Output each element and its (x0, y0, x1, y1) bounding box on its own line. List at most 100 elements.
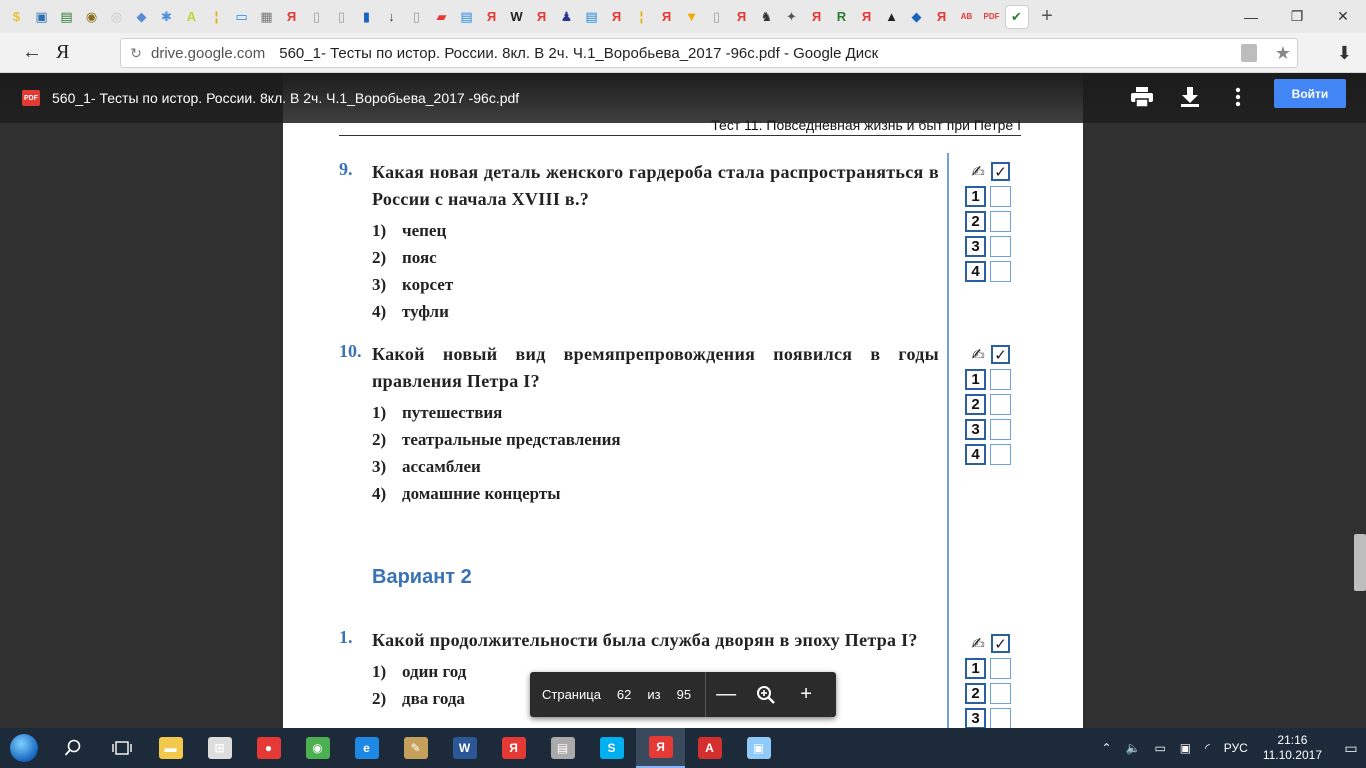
taskbar-app-yandex-browser[interactable]: Я (636, 728, 685, 768)
tab-icon[interactable]: R (831, 6, 853, 28)
taskbar-app-paint[interactable]: ✎ (391, 728, 440, 768)
taskbar-app-edge[interactable]: e (342, 728, 391, 768)
clock[interactable]: 21:16 11.10.2017 (1263, 733, 1322, 763)
tab-icon[interactable]: Я (656, 6, 678, 28)
tab-icon[interactable]: ¦ (206, 6, 228, 28)
question-options: 1) путешествия 2) театральные представлени… (372, 399, 939, 507)
tab-icon[interactable]: Я (931, 6, 953, 28)
tab-icon[interactable]: ▤ (56, 6, 78, 28)
tab-icon[interactable]: ▯ (706, 6, 728, 28)
taskbar-app-explorer[interactable]: ▬ (146, 728, 195, 768)
tab-icon[interactable]: ▯ (331, 6, 353, 28)
back-button[interactable]: ← (12, 33, 52, 73)
viewer-scrollbar-thumb[interactable] (1354, 534, 1366, 591)
task-view-icon[interactable] (97, 728, 146, 768)
answer-checkbox (990, 211, 1011, 232)
tab-icon[interactable]: Я (531, 6, 553, 28)
volume-icon[interactable]: 🔈 (1126, 741, 1141, 755)
tab-icon[interactable]: ✦ (781, 6, 803, 28)
tab-icon[interactable]: ▣ (31, 6, 53, 28)
tab-icon[interactable]: ▯ (306, 6, 328, 28)
tab-icon[interactable]: ▦ (256, 6, 278, 28)
tab-icon[interactable]: ✔ (1004, 4, 1029, 29)
taskbar-app-media[interactable]: ● (244, 728, 293, 768)
zoom-icon[interactable] (746, 672, 786, 717)
taskbar-app-printer[interactable]: ▤ (538, 728, 587, 768)
tab-icon[interactable]: ◉ (81, 6, 103, 28)
tab-icon[interactable]: ▤ (581, 6, 603, 28)
battery-icon[interactable]: ▭ (1154, 741, 1165, 755)
current-page-input[interactable]: 62 (617, 687, 631, 702)
taskbar-app-monitor[interactable]: ▣ (734, 728, 783, 768)
lock-icon[interactable] (1240, 44, 1257, 62)
tab-icon[interactable]: ▲ (881, 6, 903, 28)
new-tab-button[interactable]: + (1035, 5, 1059, 29)
print-icon[interactable] (1128, 83, 1156, 111)
taskbar-app-word[interactable]: W (440, 728, 489, 768)
taskbar-app-skype[interactable]: S (587, 728, 636, 768)
chevron-up-icon[interactable]: ⌃ (1101, 741, 1111, 755)
tab-icon[interactable]: Я (606, 6, 628, 28)
more-options-icon[interactable] (1224, 83, 1252, 111)
taskbar-app-chrome[interactable]: ◉ (293, 728, 342, 768)
answer-box-q1: ✍ ✓ 1 2 3 (965, 631, 1017, 728)
tab-icon[interactable]: ◆ (131, 6, 153, 28)
tab-icon[interactable]: ▯ (406, 6, 428, 28)
tab-icon[interactable]: ▰ (431, 6, 453, 28)
taskbar-app-yandex[interactable]: Я (489, 728, 538, 768)
reload-icon[interactable]: ↻ (121, 45, 151, 62)
tab-icon[interactable]: ♟ (556, 6, 578, 28)
minimize-button[interactable]: — (1228, 0, 1274, 33)
tab-icon[interactable]: ▤ (456, 6, 478, 28)
taskbar-app-acrobat[interactable]: A (685, 728, 734, 768)
option-text: ассамблеи (402, 457, 481, 476)
tab-icon[interactable]: PDF (981, 6, 1003, 28)
tab-icon[interactable]: Я (281, 6, 303, 28)
tab-icon[interactable]: ▮ (356, 6, 378, 28)
url-domain: drive.google.com (151, 44, 266, 62)
question-9: 9. Какая новая деталь женского гардероба… (339, 159, 939, 325)
tab-icon[interactable]: ▭ (231, 6, 253, 28)
wifi-icon[interactable]: ◜ (1205, 741, 1210, 755)
yandex-logo[interactable]: Я (56, 41, 80, 64)
notifications-icon[interactable]: ▭ (1336, 728, 1366, 768)
answer-number: 1 (965, 186, 986, 207)
media-icon: ● (256, 737, 281, 759)
zoom-out-button[interactable]: — (706, 672, 746, 717)
maximize-button[interactable]: ❐ (1274, 0, 1320, 33)
zoom-in-button[interactable]: + (786, 672, 826, 717)
start-button[interactable] (0, 728, 48, 768)
tab-icon[interactable]: ▼ (681, 6, 703, 28)
download-icon[interactable] (1176, 83, 1204, 111)
star-icon[interactable]: ★ (1275, 43, 1291, 64)
tab-icon[interactable]: ↓ (381, 6, 403, 28)
tab-icon[interactable]: ¦ (631, 6, 653, 28)
option-text: два года (402, 689, 465, 708)
tab-icon[interactable]: Я (806, 6, 828, 28)
tab-icon[interactable]: W (506, 6, 528, 28)
display-icon[interactable]: ▣ (1180, 741, 1191, 755)
tab-icon[interactable]: Я (481, 6, 503, 28)
option-number: 3) (372, 457, 387, 476)
tab-icon[interactable]: Я (731, 6, 753, 28)
answer-number: 3 (965, 419, 986, 440)
answer-number: 3 (965, 236, 986, 257)
tab-icon[interactable]: ✱ (156, 6, 178, 28)
tab-icon[interactable]: Я (856, 6, 878, 28)
taskbar-app-store[interactable]: ⊞ (195, 728, 244, 768)
tab-icon[interactable]: ◎ (106, 6, 128, 28)
search-icon[interactable] (48, 728, 97, 768)
language-indicator[interactable]: РУС (1224, 741, 1248, 755)
download-icon[interactable]: ⬇ (1337, 43, 1352, 64)
tab-icon[interactable]: $ (6, 6, 28, 28)
url-omnibox[interactable]: ↻ drive.google.com 560_1- Тесты по истор… (120, 38, 1298, 68)
close-button[interactable]: ✕ (1320, 0, 1366, 33)
question-text: Какая новая деталь женского гардероба ст… (372, 162, 939, 209)
sign-in-button[interactable]: Войти (1274, 79, 1346, 108)
question-number: 10. (339, 341, 362, 361)
tab-icon[interactable]: ◆ (906, 6, 928, 28)
tab-icon[interactable]: ♞ (756, 6, 778, 28)
tab-icon[interactable]: AB (956, 6, 978, 28)
tab-icon[interactable]: A (181, 6, 203, 28)
option-3: 3) ассамблеи (372, 453, 939, 480)
